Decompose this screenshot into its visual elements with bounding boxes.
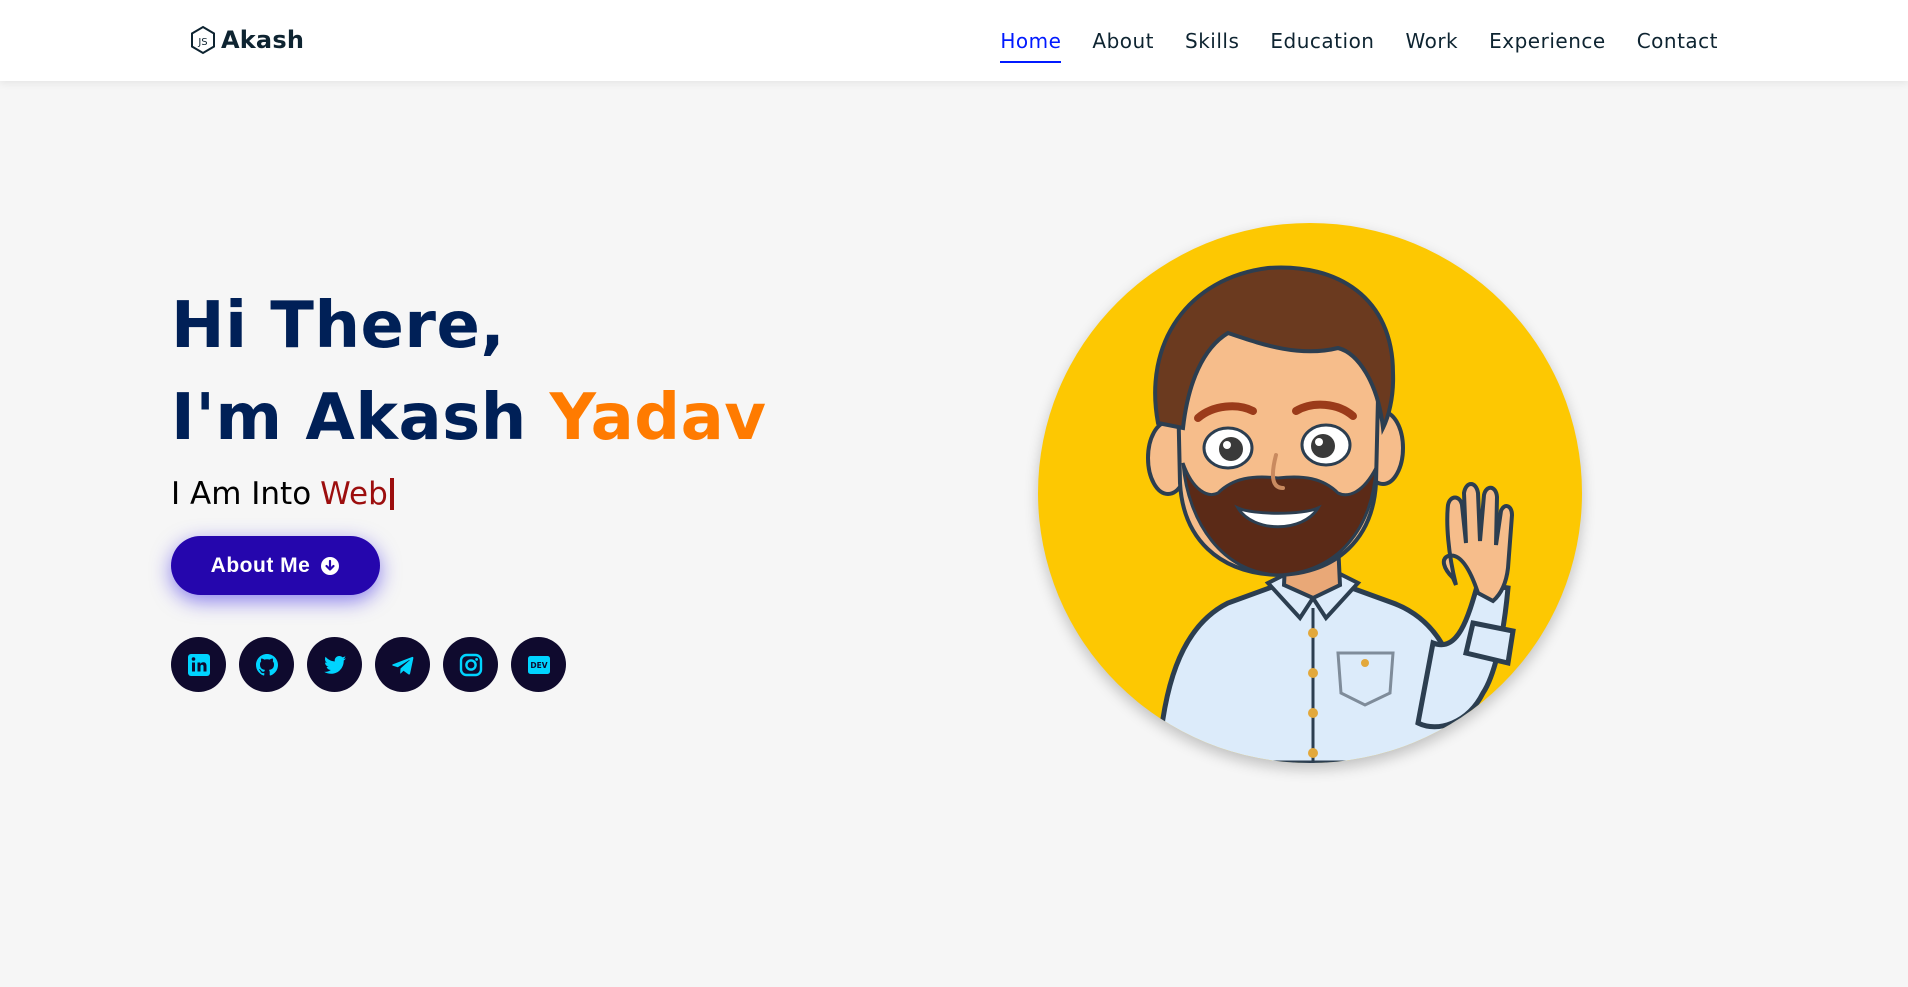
svg-text:JS: JS xyxy=(197,37,207,48)
arrow-circle-down-icon xyxy=(321,556,340,575)
github-icon xyxy=(255,653,278,676)
svg-text:DEV: DEV xyxy=(530,661,547,670)
nav-education[interactable]: Education xyxy=(1270,25,1374,57)
dev-icon: DEV xyxy=(527,655,550,674)
name-heading: I'm Akash Yadav xyxy=(171,372,766,464)
social-links: DEV xyxy=(171,637,766,692)
logo-text: Akash xyxy=(221,26,305,54)
nav-work[interactable]: Work xyxy=(1405,25,1458,57)
telegram-icon xyxy=(391,656,413,675)
about-me-button[interactable]: About Me xyxy=(171,536,380,595)
waving-cartoon-avatar xyxy=(1146,265,1516,763)
typed-tagline: I Am Into Web xyxy=(171,476,766,512)
instagram-icon xyxy=(459,653,482,676)
github-link[interactable] xyxy=(239,637,294,692)
typed-word: Web xyxy=(320,476,388,512)
nav-contact[interactable]: Contact xyxy=(1637,25,1718,57)
nav-skills[interactable]: Skills xyxy=(1185,25,1239,57)
avatar xyxy=(1038,223,1582,763)
name-prefix: I'm Akash xyxy=(171,381,527,455)
logo-link[interactable]: JS Akash xyxy=(189,22,304,58)
nav-experience[interactable]: Experience xyxy=(1489,25,1606,57)
telegram-link[interactable] xyxy=(375,637,430,692)
linkedin-icon xyxy=(187,653,210,676)
linkedin-link[interactable] xyxy=(171,637,226,692)
greeting-heading: Hi There, xyxy=(171,289,506,363)
instagram-link[interactable] xyxy=(443,637,498,692)
typing-cursor xyxy=(389,478,394,510)
twitter-icon xyxy=(323,655,346,674)
dev-link[interactable]: DEV xyxy=(511,637,566,692)
name-highlight: Yadav xyxy=(549,381,767,455)
nodejs-hexagon-icon: JS xyxy=(191,25,215,55)
site-header: JS Akash Home About Skills Education Wor… xyxy=(0,0,1908,81)
hero-content: Hi There, I'm Akash Yadav I Am Into Web … xyxy=(171,280,766,692)
twitter-link[interactable] xyxy=(307,637,362,692)
nav-about[interactable]: About xyxy=(1092,25,1154,57)
main-nav: Home About Skills Education Work Experie… xyxy=(1000,0,1718,81)
nav-home[interactable]: Home xyxy=(1000,25,1062,63)
typed-prefix: I Am Into xyxy=(171,476,312,512)
about-me-label: About Me xyxy=(210,553,311,577)
